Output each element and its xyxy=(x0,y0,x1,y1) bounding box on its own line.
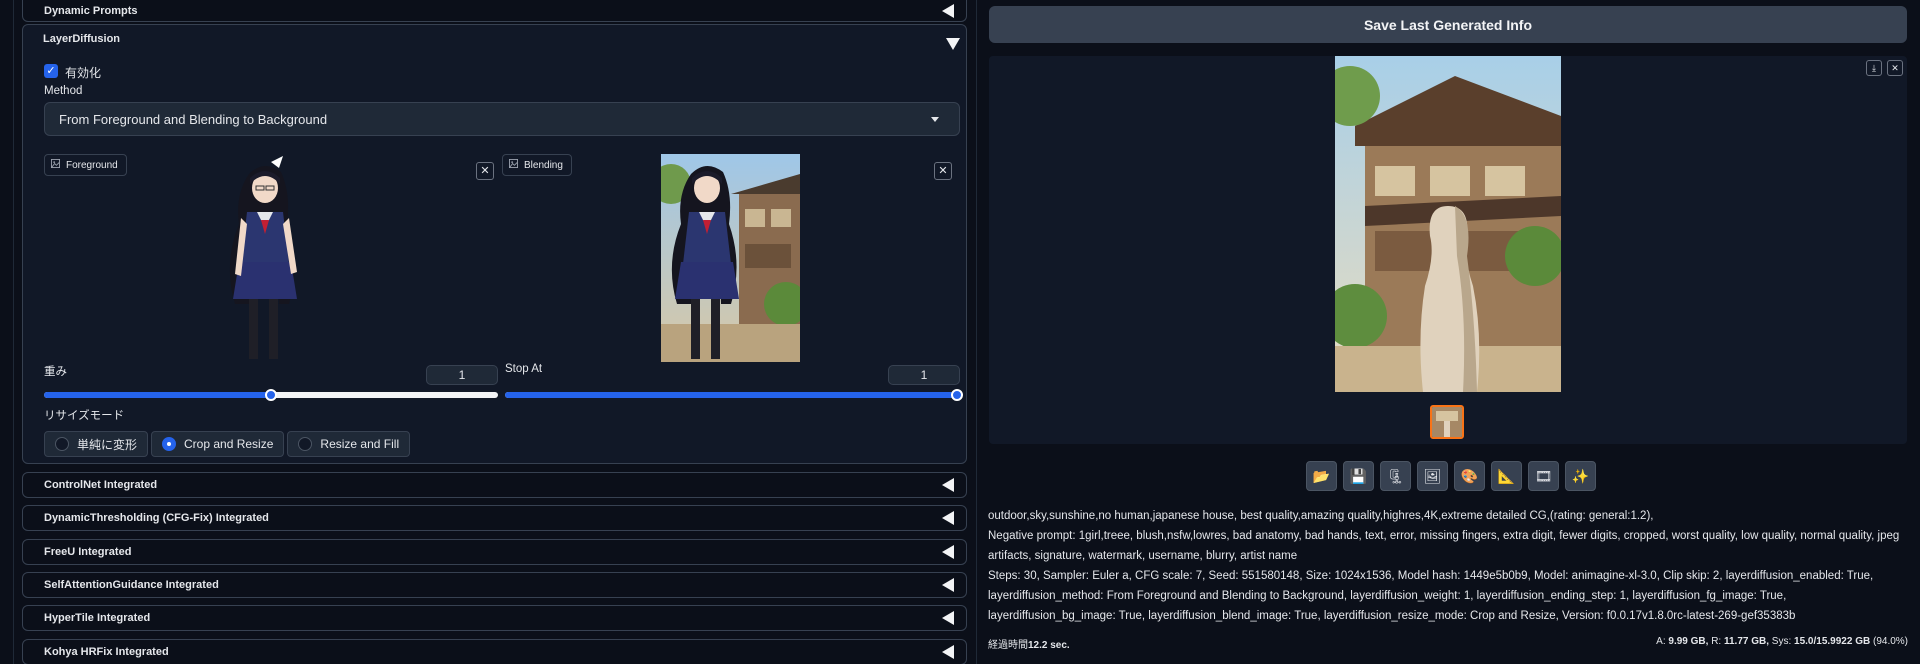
elapsed-time: 経過時間12.2 sec. xyxy=(988,636,1070,651)
foreground-image xyxy=(229,156,297,359)
vram-r-value: 11.77 GB, xyxy=(1723,636,1770,647)
collapse-arrow-icon[interactable] xyxy=(942,511,954,525)
accordion-title: ControlNet Integrated xyxy=(44,479,158,491)
enable-checkbox[interactable]: ✓ xyxy=(44,64,58,78)
sparkle-icon[interactable]: ✨ xyxy=(1565,461,1596,491)
vram-usage: A: 9.99 GB, R: 11.77 GB, Sys: 15.0/15.99… xyxy=(1656,636,1908,647)
save-icon[interactable]: 💾 xyxy=(1343,461,1374,491)
collapse-arrow-icon[interactable] xyxy=(942,578,954,592)
expand-arrow-icon[interactable] xyxy=(946,38,960,50)
negative-prompt-text: Negative prompt: 1girl,treee, blush,nsfw… xyxy=(988,530,1900,562)
resize-mode-radio-group: 単純に変形 Crop and Resize Resize and Fill xyxy=(44,431,411,457)
vram-pct: (94.0%) xyxy=(1872,636,1908,647)
radio-dot xyxy=(298,437,313,451)
foreground-image-box[interactable]: Foreground ✕ xyxy=(44,148,502,366)
radio-option-resize-and-fill[interactable]: Resize and Fill xyxy=(287,431,411,457)
collapse-arrow-icon[interactable] xyxy=(942,611,954,625)
collapse-arrow-icon[interactable] xyxy=(942,3,954,18)
chevron-down-icon xyxy=(931,116,939,122)
left-border xyxy=(13,0,14,664)
vram-sys-label: Sys: xyxy=(1771,636,1792,647)
radio-option-crop-and-resize[interactable]: Crop and Resize xyxy=(151,431,285,457)
method-label: Method xyxy=(44,85,83,97)
palette-icon[interactable]: 🎨 xyxy=(1454,461,1485,491)
accordion-hypertile[interactable]: HyperTile Integrated xyxy=(22,605,967,631)
ruler-icon[interactable]: 📐 xyxy=(1491,461,1522,491)
blending-label: Blending xyxy=(524,159,563,171)
blending-tag: Blending xyxy=(502,154,572,176)
method-select[interactable]: From Foreground and Blending to Backgrou… xyxy=(44,102,960,136)
accordion-freeu[interactable]: FreeU Integrated xyxy=(22,539,967,565)
folder-icon[interactable]: 📂 xyxy=(1306,461,1337,491)
weight-number-input[interactable]: 1 xyxy=(426,365,498,385)
accordion-kohya-hrfix[interactable]: Kohya HRFix Integrated xyxy=(22,639,967,664)
radio-dot xyxy=(55,437,69,451)
radio-label: Resize and Fill xyxy=(320,437,400,451)
output-toolbar: 📂 💾 🗜 🖼 🎨 📐 🎞 ✨ xyxy=(1306,461,1596,491)
vram-sys-value: 15.0/15.9922 GB xyxy=(1794,636,1871,647)
radio-option-just-resize[interactable]: 単純に変形 xyxy=(44,431,149,457)
foreground-tag: Foreground xyxy=(44,154,127,176)
image-icon[interactable]: 🖼 xyxy=(1417,461,1448,491)
radio-label: Crop and Resize xyxy=(184,437,274,451)
download-icon[interactable]: ⤓ xyxy=(1866,60,1882,76)
generation-info: outdoor,sky,sunshine,no human,japanese h… xyxy=(988,506,1908,626)
stop-at-slider-thumb[interactable] xyxy=(951,389,963,401)
weight-label: 重み xyxy=(44,366,67,378)
foreground-label: Foreground xyxy=(66,159,118,171)
prompt-text: outdoor,sky,sunshine,no human,japanese h… xyxy=(988,510,1654,522)
accordion-self-attention-guidance[interactable]: SelfAttentionGuidance Integrated xyxy=(22,572,967,598)
gallery-thumbnail[interactable] xyxy=(1430,405,1464,439)
accordion-dynamic-prompts[interactable]: Dynamic Prompts xyxy=(22,0,967,22)
accordion-title: SelfAttentionGuidance Integrated xyxy=(44,579,219,591)
accordion-title: Dynamic Prompts xyxy=(44,4,138,17)
params-text: Steps: 30, Sampler: Euler a, CFG scale: … xyxy=(988,570,1874,622)
generated-image[interactable] xyxy=(1335,56,1561,392)
accordion-title: HyperTile Integrated xyxy=(44,612,151,624)
radio-label: 単純に変形 xyxy=(77,437,138,452)
weight-slider-fill xyxy=(44,392,271,398)
collapse-arrow-icon[interactable] xyxy=(942,645,954,659)
weight-slider-thumb[interactable] xyxy=(265,389,277,401)
stop-at-number-input[interactable]: 1 xyxy=(888,365,960,385)
zip-icon[interactable]: 🗜 xyxy=(1380,461,1411,491)
accordion-title: Kohya HRFix Integrated xyxy=(44,646,169,658)
vram-r-label: R: xyxy=(1711,636,1722,647)
stop-at-label: Stop At xyxy=(505,363,543,375)
resize-mode-label: リサイズモード xyxy=(44,410,125,422)
collapse-arrow-icon[interactable] xyxy=(942,545,954,559)
accordion-title-layerdiffusion[interactable]: LayerDiffusion xyxy=(43,33,120,45)
accordion-title: FreeU Integrated xyxy=(44,546,132,558)
enable-label: 有効化 xyxy=(65,66,102,80)
accordion-controlnet[interactable]: ControlNet Integrated xyxy=(22,472,967,498)
image-icon xyxy=(51,159,60,171)
method-select-value: From Foreground and Blending to Backgrou… xyxy=(59,111,328,127)
image-icon xyxy=(509,159,518,171)
blending-image xyxy=(661,154,800,362)
accordion-title: DynamicThresholding (CFG-Fix) Integrated xyxy=(44,512,269,524)
elapsed-value: 12.2 sec. xyxy=(1028,640,1070,651)
video-icon[interactable]: 🎞 xyxy=(1528,461,1559,491)
blending-image-box[interactable]: Blending ✕ xyxy=(502,148,960,366)
accordion-dynamic-thresholding[interactable]: DynamicThresholding (CFG-Fix) Integrated xyxy=(22,505,967,531)
close-icon[interactable]: ✕ xyxy=(934,162,952,180)
radio-dot-selected xyxy=(162,437,177,451)
column-divider xyxy=(976,0,977,664)
collapse-arrow-icon[interactable] xyxy=(942,478,954,492)
stop-at-slider-fill xyxy=(505,392,959,398)
close-icon[interactable]: ✕ xyxy=(476,162,494,180)
elapsed-label: 経過時間 xyxy=(988,640,1028,651)
save-last-generated-info-button[interactable]: Save Last Generated Info xyxy=(989,6,1907,43)
close-icon[interactable]: ✕ xyxy=(1887,60,1903,76)
vram-a-value: 9.99 GB, xyxy=(1668,636,1709,647)
vram-a-label: A: xyxy=(1656,636,1666,647)
